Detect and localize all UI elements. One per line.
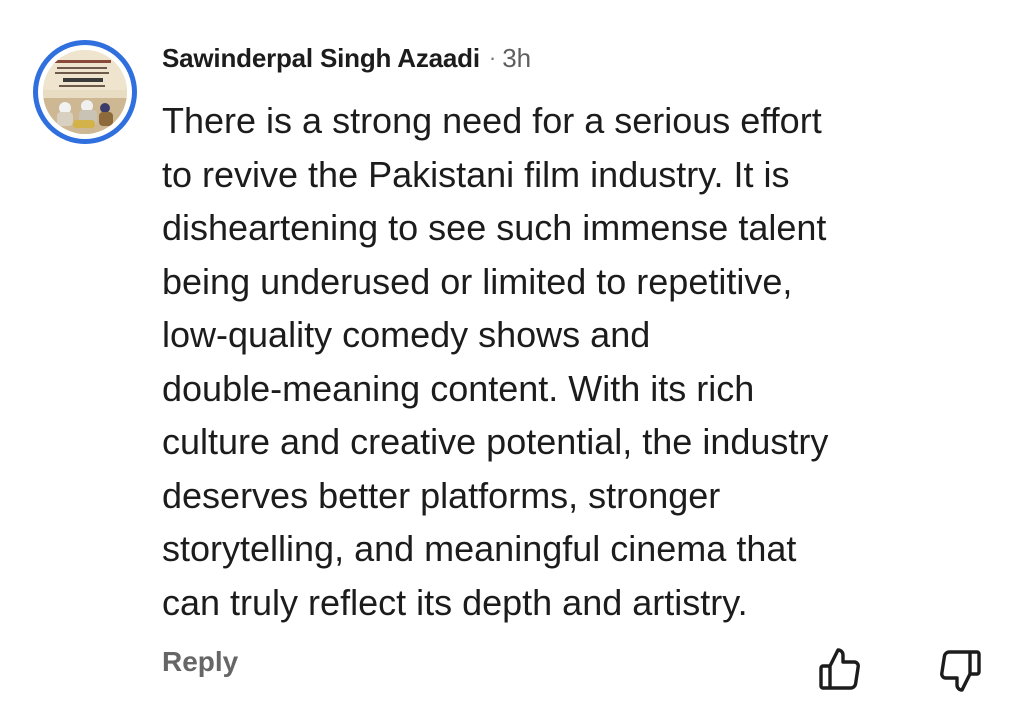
comment-line: storytelling, and meaningful cinema that	[162, 528, 797, 569]
comment-header: Sawinderpal Singh Azaadi · 3h	[162, 38, 531, 78]
author-name[interactable]: Sawinderpal Singh Azaadi	[162, 43, 480, 74]
comment-line: can truly reflect its depth and artistry…	[162, 581, 748, 623]
comment-line: There is a strong need for a serious eff…	[162, 100, 822, 141]
comment-line: double-meaning content. With its rich	[162, 367, 755, 409]
comment-line: being underused or limited to repetitive…	[162, 260, 793, 302]
comment-line: low-quality comedy shows and	[162, 314, 651, 355]
thumbs-down-icon	[940, 650, 981, 692]
separator-dot: ·	[488, 45, 497, 70]
comment-body: There is a strong need for a serious eff…	[162, 94, 982, 629]
avatar[interactable]	[43, 50, 127, 134]
dislike-button[interactable]	[936, 646, 984, 694]
thumbs-up-icon	[819, 648, 860, 690]
comment-card: Sawinderpal Singh Azaadi · 3h There is a…	[0, 0, 1024, 705]
timestamp: 3h	[502, 42, 532, 73]
like-button[interactable]	[816, 646, 864, 694]
comment-line: deserves better platforms, stronger	[162, 474, 721, 516]
comment-line: to revive the Pakistani film industry. I…	[162, 153, 790, 195]
comment-line: culture and creative potential, the indu…	[162, 421, 829, 462]
reply-button[interactable]: Reply	[162, 646, 238, 678]
avatar-ring[interactable]	[33, 40, 137, 144]
avatar-image	[43, 50, 127, 134]
comment-line: disheartening to see such immense talent	[162, 207, 827, 248]
